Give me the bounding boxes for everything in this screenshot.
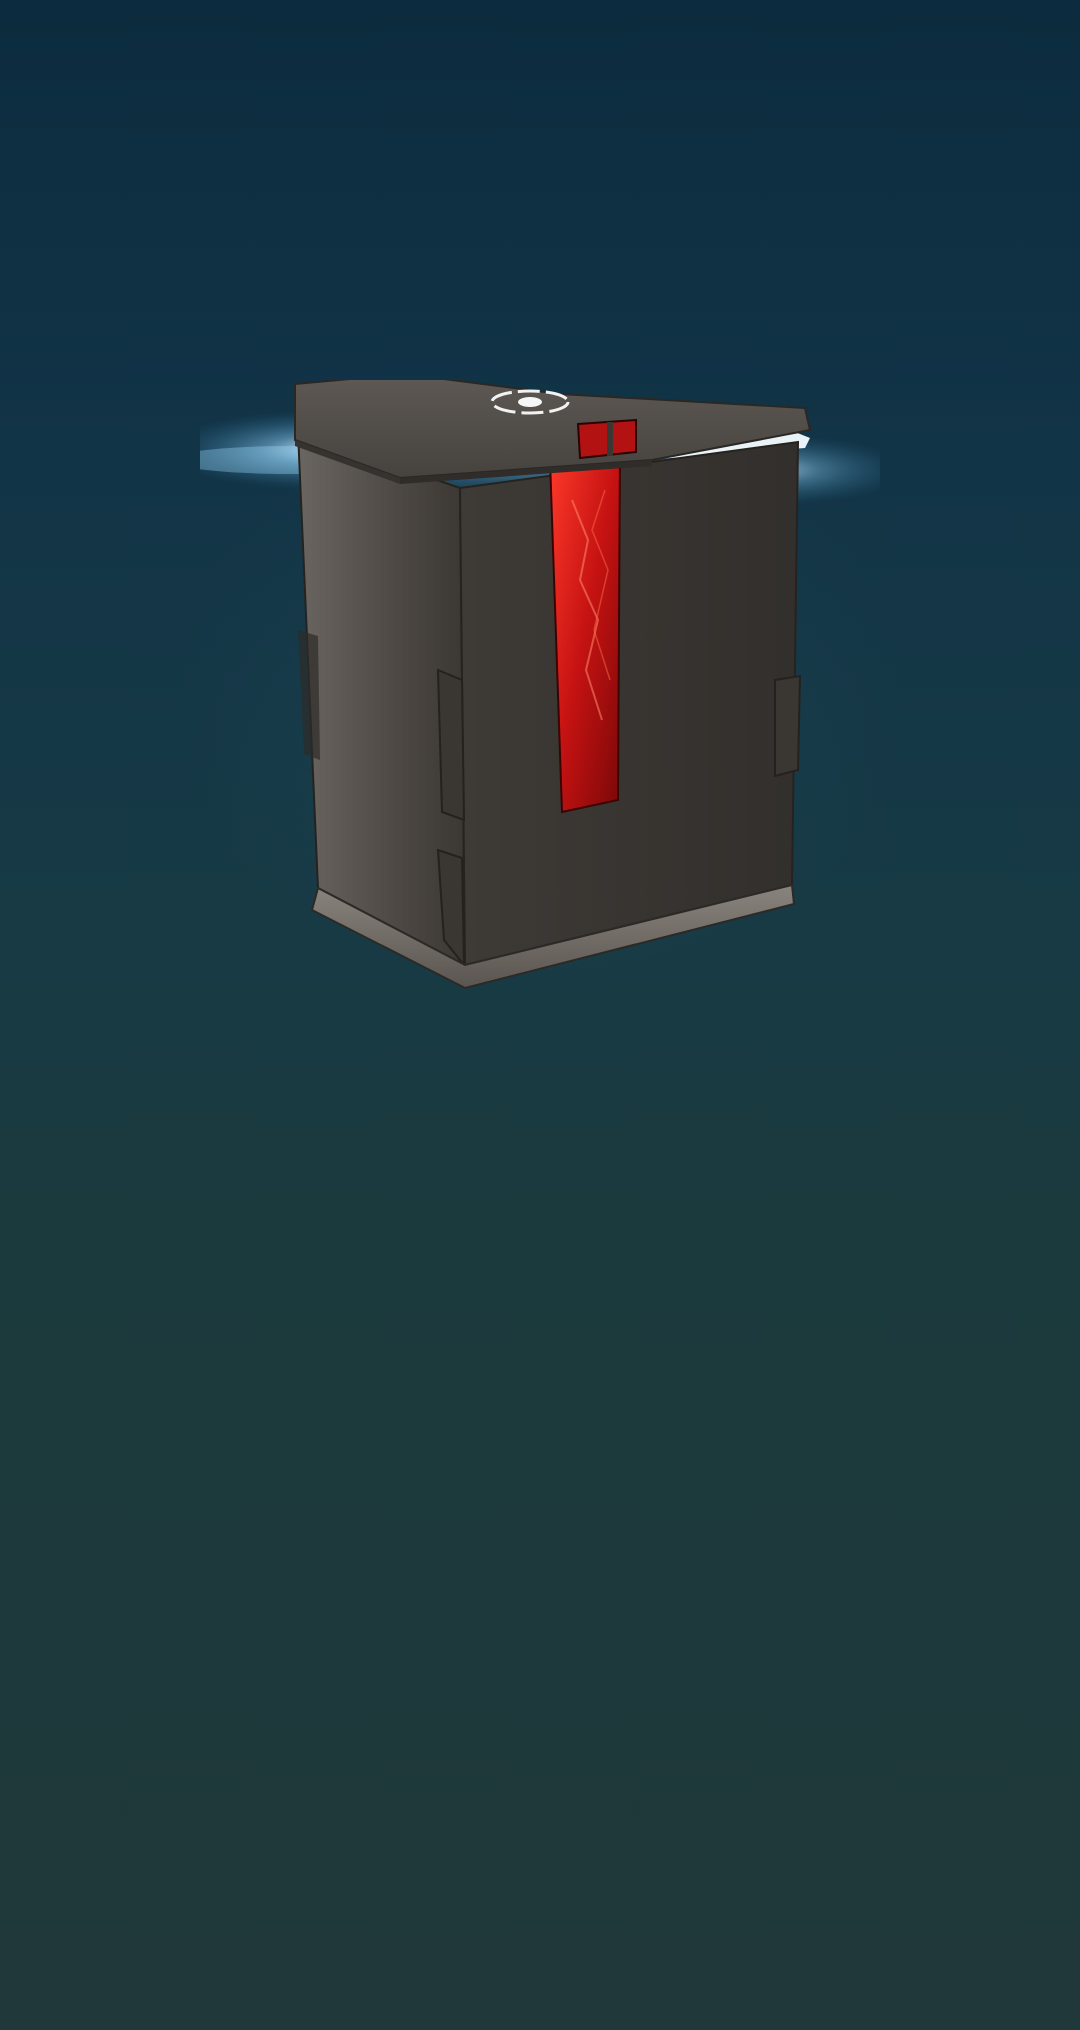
loot-chest[interactable] (200, 380, 880, 1020)
loot-box-icon (200, 380, 880, 990)
game-scene[interactable] (0, 0, 1080, 2030)
